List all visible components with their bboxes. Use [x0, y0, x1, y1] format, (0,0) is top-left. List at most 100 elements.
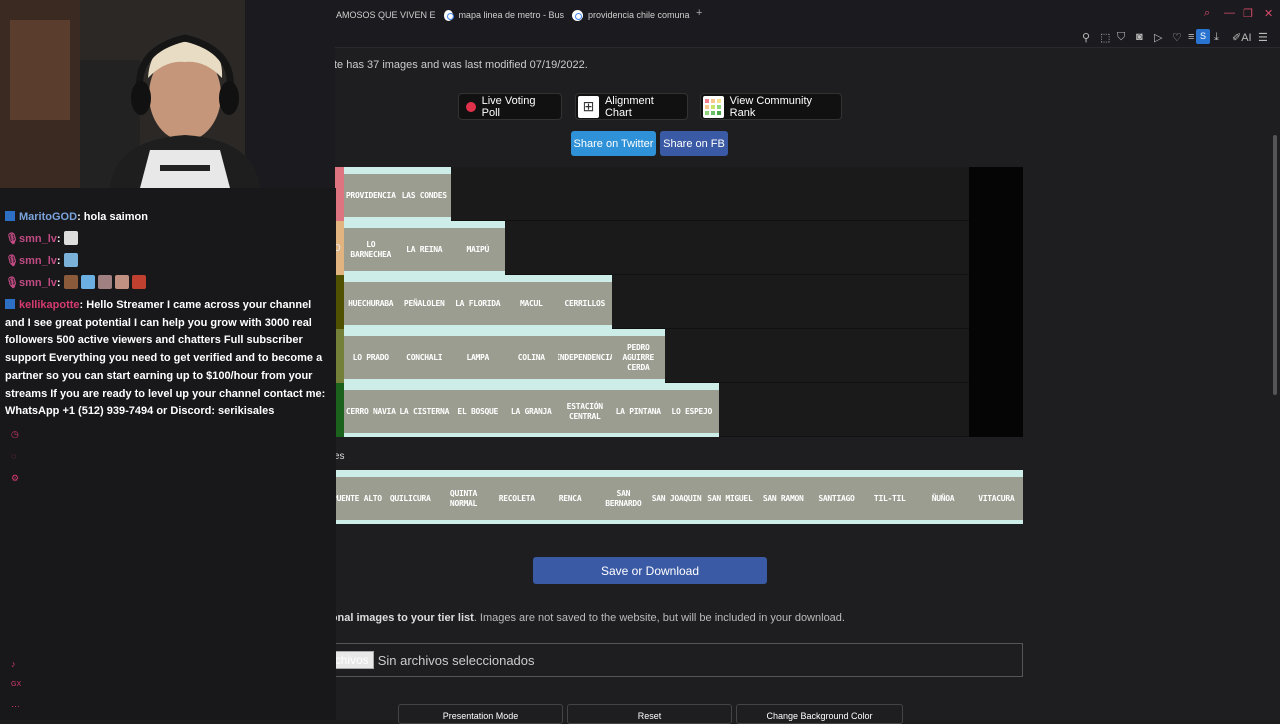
shield-icon[interactable]: ⛉	[1117, 31, 1125, 44]
tiktok-icon[interactable]: ♪	[11, 659, 16, 669]
emote-icon	[63, 253, 78, 267]
tier-item[interactable]: COLINA	[504, 329, 558, 383]
tab-label: providencia chile comuna	[588, 10, 690, 20]
new-tab-button[interactable]: +	[696, 7, 702, 19]
badge-icon	[5, 299, 15, 309]
chat-username[interactable]: smn_lv	[19, 277, 57, 289]
community-rank-button[interactable]: View Community Rank	[700, 93, 842, 120]
scrollbar-thumb[interactable]	[1273, 135, 1277, 395]
heart-icon[interactable]: ♡	[1172, 31, 1182, 44]
chat-username[interactable]: kellikapotte	[19, 299, 80, 311]
pinned-item[interactable]: RENCA	[543, 470, 597, 524]
record-icon	[466, 101, 476, 112]
pinned-item[interactable]: VITACURA	[969, 470, 1023, 524]
pin-toolbar-icon[interactable]: ⚲	[1082, 31, 1090, 44]
presentation-mode-button[interactable]: Presentation Mode	[398, 704, 563, 724]
webcam-picture	[0, 0, 335, 188]
pinned-item[interactable]: ÑUÑOA	[916, 470, 970, 524]
share-fb-button[interactable]: Share on FB	[660, 131, 728, 156]
close-icon[interactable]: ✕	[1264, 7, 1273, 20]
tier-settings[interactable]	[969, 329, 1023, 383]
tier-item[interactable]: LA GRANJA	[504, 383, 558, 437]
download-icon[interactable]: ⤓	[1214, 31, 1219, 44]
tier-item[interactable]: ESTACIÓN CENTRAL	[558, 383, 612, 437]
grid-icon: ⊞	[578, 95, 599, 118]
camera-icon[interactable]: ◙	[1136, 31, 1143, 43]
chat-text: :	[56, 255, 61, 267]
google-icon	[572, 9, 583, 21]
tier-settings[interactable]	[969, 167, 1023, 221]
list-summary: te has 37 images and was last modified 0…	[334, 59, 588, 71]
chat-username[interactable]: MaritoGOD	[19, 211, 77, 223]
chat-username[interactable]: smn_lv	[19, 233, 57, 245]
menu-icon[interactable]: ≡	[1188, 31, 1194, 43]
pinned-item[interactable]: SAN RAMON	[756, 470, 810, 524]
ai-label: AI	[1241, 32, 1252, 44]
tier-item[interactable]: LA FLORIDA	[451, 275, 505, 329]
change-bg-color-button[interactable]: Change Background Color	[736, 704, 903, 724]
save-download-button[interactable]: Save or Download	[533, 557, 767, 584]
tier-item[interactable]: PEDRO AGUIRRE CERDA	[611, 329, 665, 383]
pinned-item[interactable]: SAN JOAQUIN	[649, 470, 704, 524]
pinned-item[interactable]: PUENTE ALTO	[330, 470, 384, 524]
stream-chat: MaritoGOD: hola saimon 🎙smn_lv: 🎙smn_lv:…	[0, 188, 336, 720]
tier-item[interactable]: INDEPENDENCIA	[558, 329, 612, 383]
live-voting-button[interactable]: Live Voting Poll	[458, 93, 562, 120]
pinned-item[interactable]: SAN MIGUEL	[703, 470, 757, 524]
tier-item[interactable]: CERRO NAVIA	[344, 383, 398, 437]
tier-item[interactable]: LO PRADO	[344, 329, 398, 383]
pinned-item[interactable]: RECOLETA	[490, 470, 544, 524]
browser-tab[interactable]: mapa linea de metro - Bus	[444, 6, 564, 24]
browser-tab[interactable]: providencia chile comuna	[572, 6, 692, 24]
tier-item[interactable]: LA PINTANA	[611, 383, 665, 437]
add-images-note: Add additional images to your tier list.…	[277, 612, 845, 624]
pinned-item[interactable]: SANTIAGO	[809, 470, 864, 524]
emote-icon	[63, 231, 78, 245]
browser-tab[interactable]: AMOSOS QUE VIVEN EN	[336, 6, 436, 24]
tier-item[interactable]: LA CISTERNA	[397, 383, 451, 437]
reset-button[interactable]: Reset	[567, 704, 732, 724]
pinned-item[interactable]: TIL-TIL	[863, 470, 917, 524]
tier-item[interactable]: LAS CONDES	[397, 167, 451, 221]
more-icon[interactable]: …	[11, 699, 20, 709]
tier-item[interactable]: CERRILLOS	[558, 275, 612, 329]
chat-username[interactable]: smn_lv	[19, 255, 57, 267]
search-icon[interactable]: ⌕	[1204, 7, 1210, 20]
minimize-icon[interactable]: —	[1224, 7, 1235, 19]
chat-message: 🎙smn_lv:	[5, 231, 333, 249]
pinned-item[interactable]: QUINTA NORMAL	[436, 470, 491, 524]
tier-item[interactable]: PROVIDENCIA	[344, 167, 398, 221]
pinned-item[interactable]: QUILICURA	[383, 470, 437, 524]
tier-item[interactable]: PEÑALOLEN	[397, 275, 451, 329]
profile-badge[interactable]: S	[1196, 29, 1210, 44]
tier-settings[interactable]	[969, 221, 1023, 275]
play-icon[interactable]: ▷	[1154, 31, 1162, 44]
ai-button[interactable]: ✐AI	[1232, 31, 1252, 44]
tier-item[interactable]: EL BOSQUE	[451, 383, 505, 437]
tier-item[interactable]: LO ESPEJO	[665, 383, 719, 437]
clock-icon[interactable]: ◷	[11, 429, 19, 440]
tier-item[interactable]: MAIPÚ	[451, 221, 505, 275]
chat-text: :	[56, 233, 61, 245]
emote-icon	[80, 275, 95, 289]
tier-item[interactable]: LA REINA	[397, 221, 451, 275]
tier-item[interactable]: LO BARNECHEA	[344, 221, 398, 275]
settings-icon[interactable]: ⚙	[11, 473, 19, 484]
chat-bubble-icon[interactable]: ◌	[11, 451, 16, 461]
badge-icon	[5, 211, 15, 221]
tier-item[interactable]: MACUL	[504, 275, 558, 329]
file-status: Sin archivos seleccionados	[377, 652, 535, 668]
pinned-item[interactable]: SAN BERNARDO	[596, 470, 650, 524]
tier-settings[interactable]	[969, 275, 1023, 329]
chat-text: : hola saimon	[77, 211, 148, 223]
tier-item[interactable]: LAMPA	[451, 329, 505, 383]
hamburger-icon[interactable]: ☰	[1258, 31, 1268, 44]
screenshot-icon[interactable]: ⬚	[1100, 31, 1110, 44]
button-label: Live Voting Poll	[481, 94, 536, 119]
share-twitter-button[interactable]: Share on Twitter	[571, 131, 656, 156]
tier-settings[interactable]	[969, 383, 1023, 437]
tier-item[interactable]: CONCHALI	[397, 329, 451, 383]
alignment-chart-button[interactable]: ⊞ Alignment Chart	[575, 93, 688, 120]
restore-icon[interactable]: ❐	[1243, 7, 1253, 20]
tier-item[interactable]: HUECHURABA	[344, 275, 398, 329]
